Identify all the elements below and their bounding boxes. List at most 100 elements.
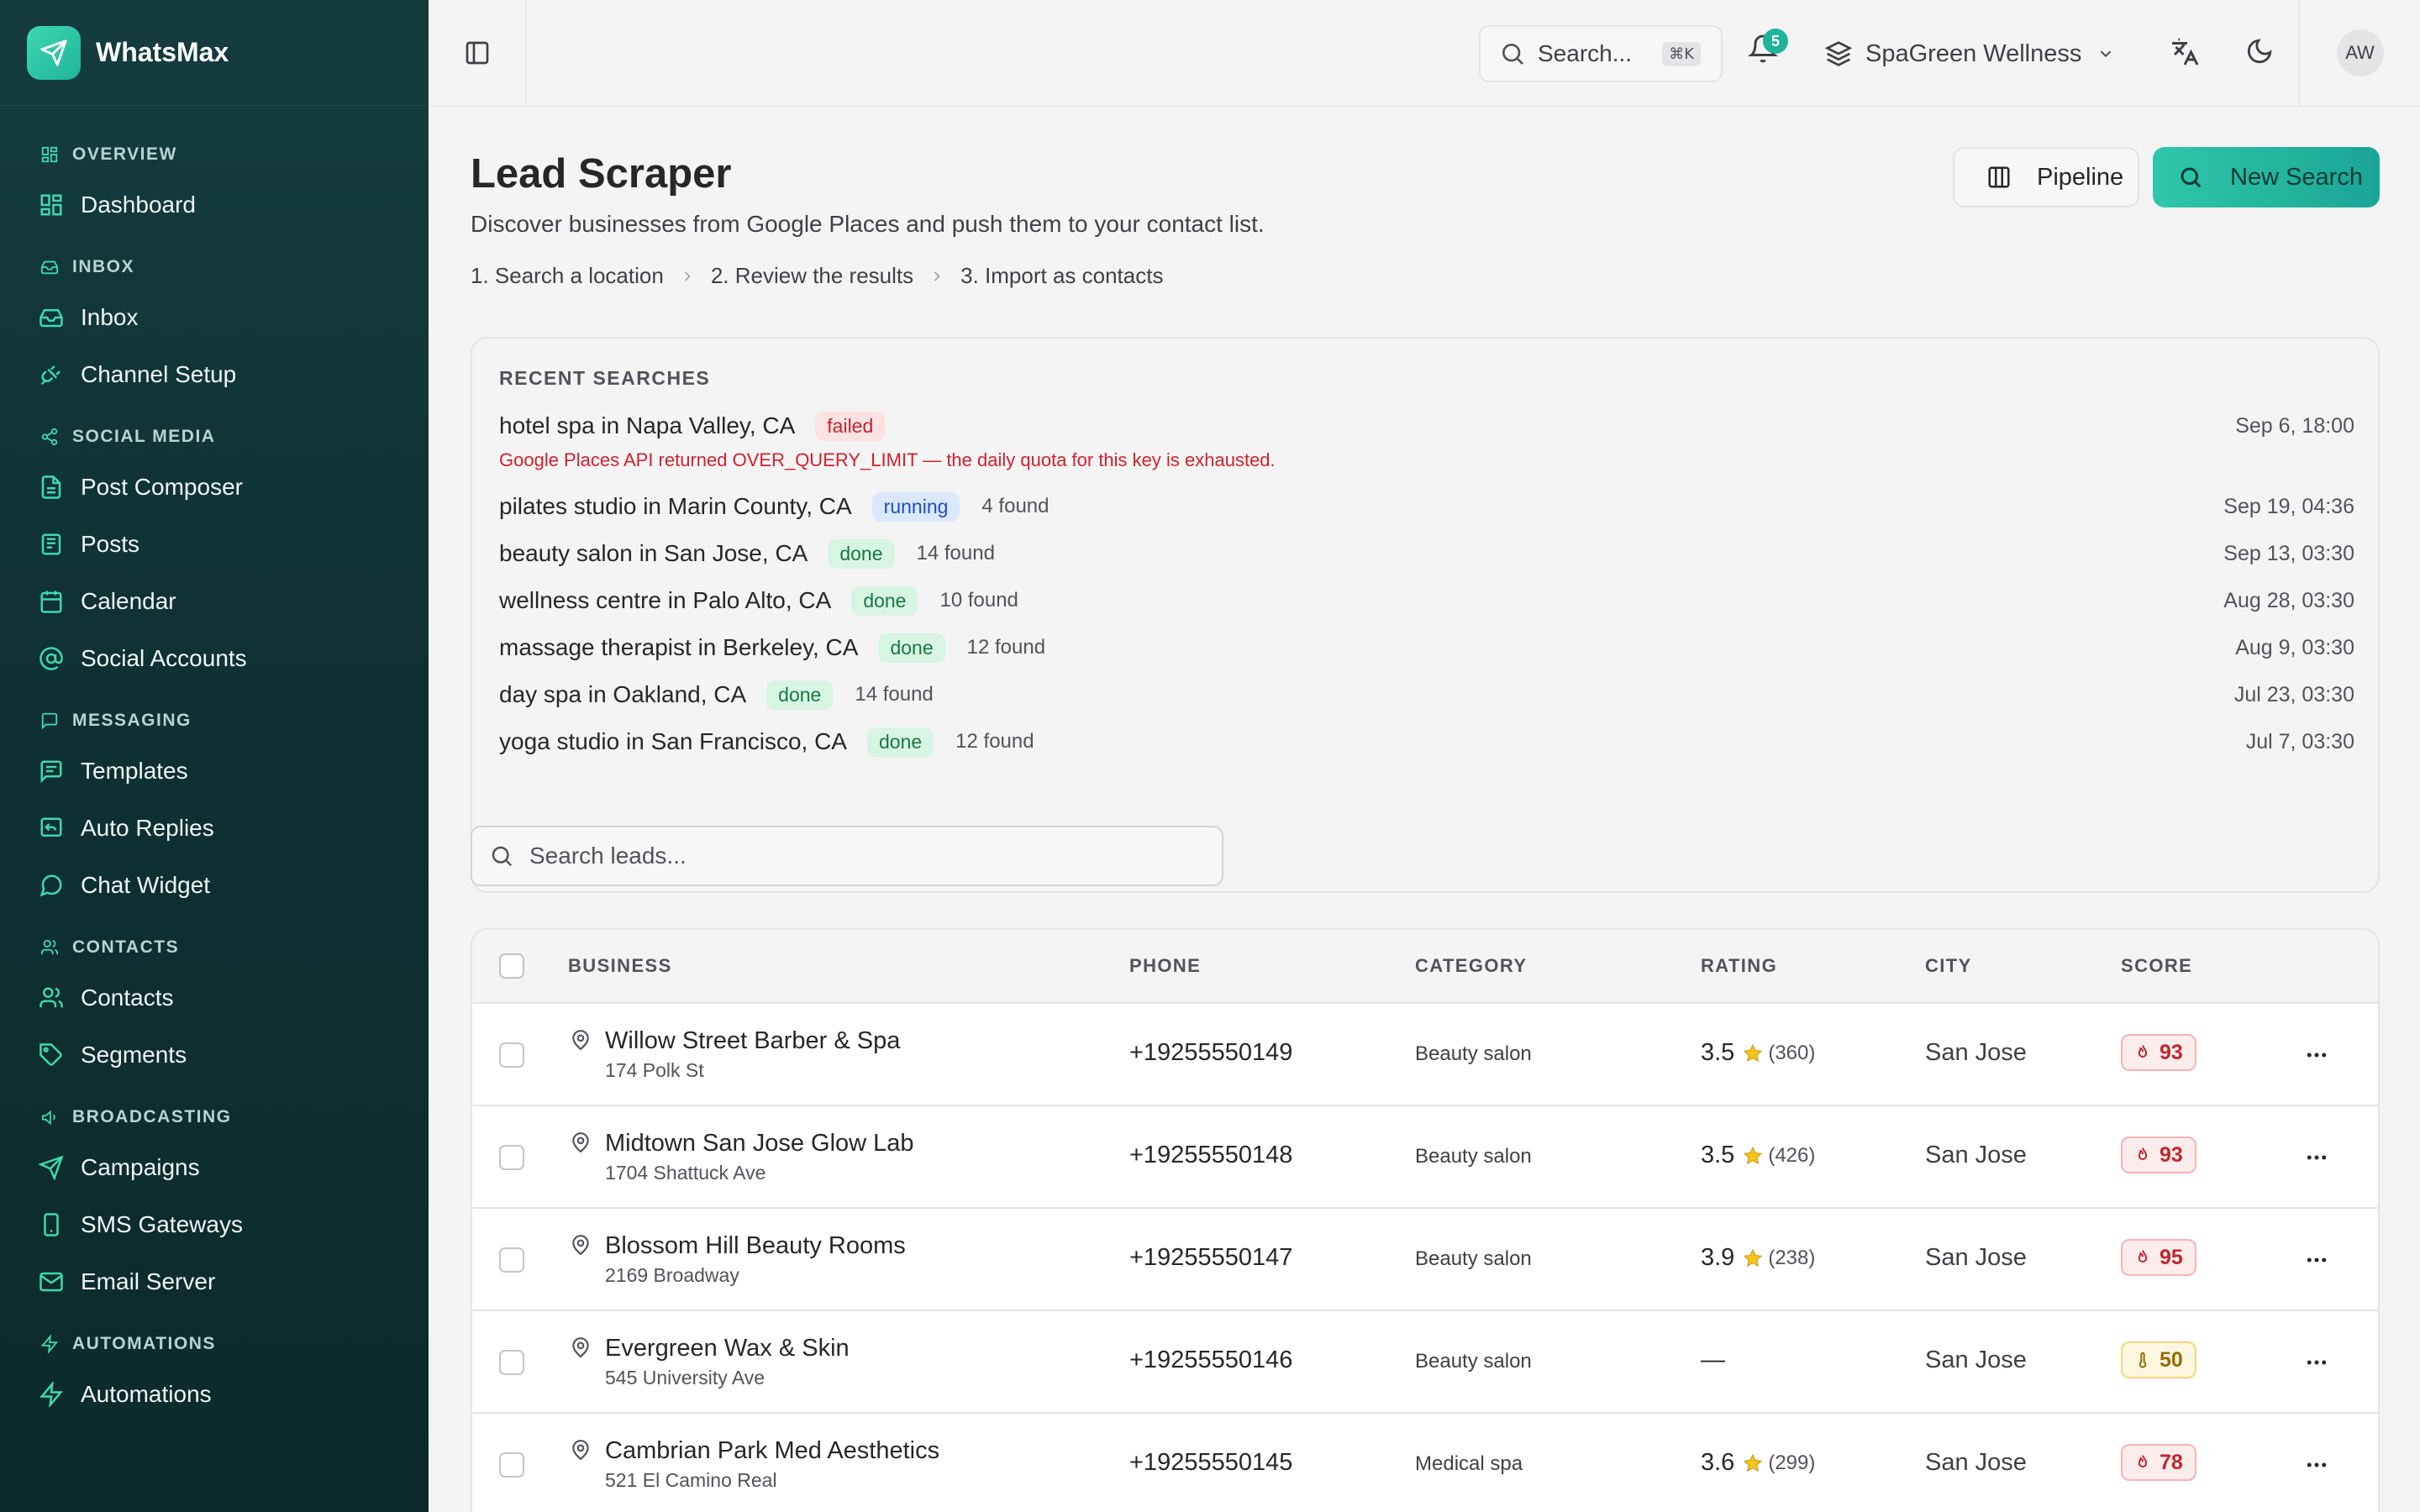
score-value: 50	[2160, 1347, 2183, 1372]
sidebar-item-label: Dashboard	[81, 192, 196, 218]
more-actions-icon[interactable]	[2304, 1145, 2329, 1170]
sidebar-item-label: Inbox	[81, 304, 139, 330]
recent-search-row[interactable]: hotel spa in Napa Valley, CA failed Sep …	[499, 409, 2354, 443]
section-broadcasting: BROADCASTING	[0, 1095, 429, 1139]
business-name[interactable]: Blossom Hill Beauty Rooms	[605, 1232, 906, 1260]
sidebar-item-segments[interactable]: Segments	[0, 1026, 429, 1084]
row-checkbox[interactable]	[499, 1350, 524, 1375]
business-name[interactable]: Cambrian Park Med Aesthetics	[605, 1437, 939, 1465]
section-label: CONTACTS	[72, 937, 180, 957]
sidebar-item-automations[interactable]: Automations	[0, 1366, 429, 1423]
found-count: 12 found	[966, 636, 1046, 659]
column-header-category[interactable]: CATEGORY	[1415, 955, 1527, 977]
more-actions-icon[interactable]	[2304, 1452, 2329, 1478]
sidebar-item-calendar[interactable]: Calendar	[0, 573, 429, 630]
workspace-switcher[interactable]: SpaGreen Wellness	[1825, 30, 2115, 77]
sidebar-item-channel-setup[interactable]: Channel Setup	[0, 346, 429, 403]
row-checkbox[interactable]	[499, 1145, 524, 1170]
row-checkbox[interactable]	[499, 1247, 524, 1273]
error-message: Google Places API returned OVER_QUERY_LI…	[499, 449, 1276, 470]
select-all-checkbox[interactable]	[499, 953, 524, 979]
sidebar-item-dashboard[interactable]: Dashboard	[0, 176, 429, 234]
rating: 3.5 (360)	[1701, 1039, 1815, 1067]
sidebar-item-auto-replies[interactable]: Auto Replies	[0, 800, 429, 857]
score-badge: 78	[2121, 1444, 2196, 1481]
row-checkbox[interactable]	[499, 1042, 524, 1068]
sidebar-item-contacts[interactable]: Contacts	[0, 969, 429, 1026]
star-icon	[1743, 1248, 1763, 1268]
recent-search-row[interactable]: yoga studio in San Francisco, CA done 12…	[499, 725, 2354, 759]
inbox-icon	[40, 258, 59, 276]
sidebar-item-chat-widget[interactable]: Chat Widget	[0, 857, 429, 914]
sidebar-item-label: Auto Replies	[81, 815, 214, 841]
sidebar-item-posts[interactable]: Posts	[0, 516, 429, 573]
table-row[interactable]: Evergreen Wax & Skin 545 University Ave …	[472, 1311, 2378, 1414]
city: San Jose	[1925, 1244, 2027, 1271]
row-checkbox[interactable]	[499, 1452, 524, 1478]
business-name[interactable]: Willow Street Barber & Spa	[605, 1027, 900, 1055]
column-header-score[interactable]: SCORE	[2121, 955, 2192, 977]
search-icon	[2178, 165, 2203, 190]
tag-icon	[39, 1042, 64, 1068]
map-pin-icon	[570, 1439, 592, 1461]
moon-icon[interactable]	[2245, 37, 2274, 66]
translate-icon[interactable]	[2170, 37, 2200, 67]
recent-search-row[interactable]: pilates studio in Marin County, CA runni…	[499, 490, 2354, 523]
sidebar-toggle-button[interactable]	[429, 0, 526, 106]
sidebar-item-post-composer[interactable]: Post Composer	[0, 459, 429, 516]
column-header-city[interactable]: CITY	[1925, 955, 1972, 977]
column-header-business[interactable]: BUSINESS	[568, 955, 672, 977]
pipeline-label: Pipeline	[2037, 163, 2124, 191]
star-icon	[1743, 1146, 1763, 1166]
column-header-phone[interactable]: PHONE	[1129, 955, 1201, 977]
sidebar-item-inbox[interactable]: Inbox	[0, 289, 429, 346]
global-search[interactable]: Search... ⌘K	[1479, 25, 1723, 82]
inbox-icon	[39, 305, 64, 330]
recent-searches-title: RECENT SEARCHES	[499, 367, 711, 389]
score-value: 78	[2160, 1450, 2183, 1474]
chevron-down-icon	[2096, 45, 2115, 63]
sidebar-item-label: Segments	[81, 1042, 187, 1068]
new-search-button[interactable]: New Search	[2153, 147, 2380, 207]
chevron-right-icon	[679, 268, 696, 285]
table-row[interactable]: Willow Street Barber & Spa 174 Polk St +…	[472, 1004, 2378, 1106]
city: San Jose	[1925, 1142, 2027, 1168]
review-count: (426)	[1768, 1143, 1816, 1167]
sidebar-item-email-server[interactable]: Email Server	[0, 1253, 429, 1310]
table-row[interactable]: Midtown San Jose Glow Lab 1704 Shattuck …	[472, 1106, 2378, 1209]
column-header-rating[interactable]: RATING	[1701, 955, 1777, 977]
user-menu[interactable]: AW	[2299, 0, 2420, 106]
table-row[interactable]: Cambrian Park Med Aesthetics 521 El Cami…	[472, 1414, 2378, 1512]
more-actions-icon[interactable]	[2304, 1247, 2329, 1273]
brand[interactable]: WhatsMax	[0, 0, 429, 106]
score-badge: 93	[2121, 1034, 2196, 1071]
score-badge: 50	[2121, 1341, 2196, 1378]
business-name[interactable]: Midtown San Jose Glow Lab	[605, 1130, 914, 1158]
more-actions-icon[interactable]	[2304, 1042, 2329, 1068]
section-label: INBOX	[72, 257, 135, 276]
sidebar-item-templates[interactable]: Templates	[0, 743, 429, 800]
status-badge: done	[866, 727, 934, 757]
recent-search-row[interactable]: day spa in Oakland, CA done 14 found Jul…	[499, 678, 2354, 711]
search-leads-placeholder: Search leads...	[529, 843, 687, 869]
sidebar-item-sms-gateways[interactable]: SMS Gateways	[0, 1196, 429, 1253]
phone-number: +19255550148	[1129, 1142, 1293, 1168]
category: Beauty salon	[1415, 1350, 1532, 1373]
sidebar-item-social-accounts[interactable]: Social Accounts	[0, 630, 429, 687]
business-name[interactable]: Evergreen Wax & Skin	[605, 1335, 850, 1362]
recent-search-row[interactable]: massage therapist in Berkeley, CA done 1…	[499, 631, 2354, 664]
search-query: day spa in Oakland, CA	[499, 681, 747, 707]
recent-search-row[interactable]: wellness centre in Palo Alto, CA done 10…	[499, 584, 2354, 617]
pipeline-button[interactable]: Pipeline	[1953, 147, 2139, 207]
panel-left-icon	[464, 39, 491, 66]
search-leads-input[interactable]: Search leads...	[471, 826, 1223, 886]
grid-icon	[40, 145, 59, 164]
sidebar-item-campaigns[interactable]: Campaigns	[0, 1139, 429, 1196]
more-actions-icon[interactable]	[2304, 1350, 2329, 1375]
section-label: SOCIAL MEDIA	[72, 427, 216, 446]
sidebar-item-label: Contacts	[81, 984, 174, 1011]
recent-search-row[interactable]: beauty salon in San Jose, CA done 14 fou…	[499, 537, 2354, 570]
search-icon	[489, 843, 514, 869]
table-row[interactable]: Blossom Hill Beauty Rooms 2169 Broadway …	[472, 1209, 2378, 1311]
flame-icon	[2134, 1249, 2151, 1266]
